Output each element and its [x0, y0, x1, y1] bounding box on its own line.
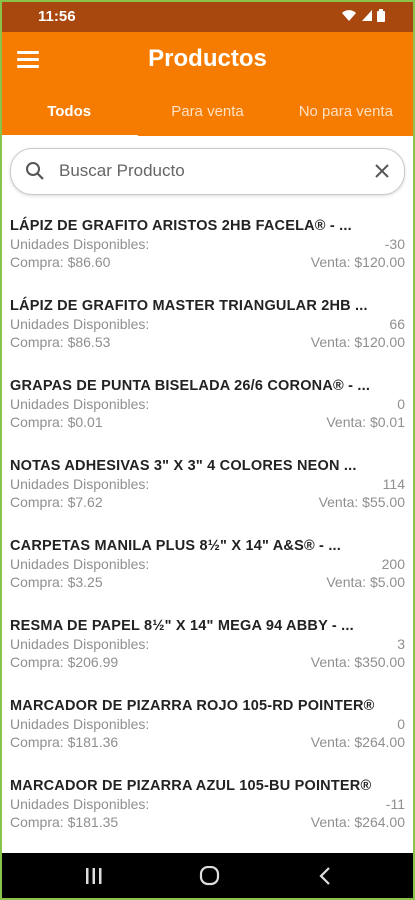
product-list: LÁPIZ DE GRAFITO ARISTOS 2HB FACELA® - .…: [0, 205, 415, 845]
product-name: RESMA DE PAPEL 8½" X 14" MEGA 94 ABBY - …: [10, 618, 354, 634]
buy-price: Compra: $206.99: [10, 654, 119, 670]
units-value: 0: [397, 716, 405, 732]
page-title: Productos: [148, 45, 267, 72]
signal-icon: [361, 9, 373, 22]
app-bar: Productos: [0, 32, 415, 90]
units-label: Unidades Disponibles:: [10, 796, 150, 812]
units-value: 66: [389, 316, 405, 332]
list-item[interactable]: NOTAS ADHESIVAS 3" X 3" 4 COLORES NEON .…: [0, 445, 415, 525]
product-name: NOTAS ADHESIVAS 3" X 3" 4 COLORES NEON .…: [10, 458, 357, 474]
sell-price: Venta: $5.00: [326, 574, 405, 590]
wifi-icon: [341, 9, 357, 22]
product-name: LÁPIZ DE GRAFITO MASTER TRIANGULAR 2HB .…: [10, 298, 368, 314]
back-icon[interactable]: [318, 866, 332, 891]
sell-price: Venta: $55.00: [318, 494, 405, 510]
buy-price: Compra: $181.36: [10, 734, 119, 750]
units-value: 114: [382, 476, 405, 492]
sell-price: Venta: $120.00: [310, 334, 405, 350]
list-item[interactable]: RESMA DE PAPEL 8½" X 14" MEGA 94 ABBY - …: [0, 605, 415, 685]
units-value: 3: [397, 636, 405, 652]
units-label: Unidades Disponibles:: [10, 476, 150, 492]
units-label: Unidades Disponibles:: [10, 316, 150, 332]
buy-price: Compra: $86.60: [10, 254, 111, 270]
units-label: Unidades Disponibles:: [10, 636, 150, 652]
list-item[interactable]: MARCADOR DE PIZARRA AZUL 105-BU POINTER®…: [0, 765, 415, 845]
tab-bar: Todos Para venta No para venta: [0, 90, 415, 138]
list-item[interactable]: GRAPAS DE PUNTA BISELADA 26/6 CORONA® - …: [0, 365, 415, 445]
product-name: CARPETAS MANILA PLUS 8½" X 14" A&S® - ..…: [10, 538, 342, 554]
list-item[interactable]: CARPETAS MANILA PLUS 8½" X 14" A&S® - ..…: [0, 525, 415, 605]
product-name: MARCADOR DE PIZARRA ROJO 105-RD POINTER®: [10, 698, 375, 714]
units-value: 0: [397, 396, 405, 412]
app-screen: 11:56 Productos Todos Para venta No para…: [0, 0, 415, 900]
buy-price: Compra: $3.25: [10, 574, 103, 590]
units-label: Unidades Disponibles:: [10, 556, 150, 572]
tab-para-venta[interactable]: Para venta: [138, 90, 276, 136]
buy-price: Compra: $86.53: [10, 334, 111, 350]
sell-price: Venta: $264.00: [310, 734, 405, 750]
product-name: LÁPIZ DE GRAFITO ARISTOS 2HB FACELA® - .…: [10, 218, 352, 234]
search-input[interactable]: Buscar Producto: [10, 148, 405, 195]
sell-price: Venta: $264.00: [310, 814, 405, 830]
product-name: GRAPAS DE PUNTA BISELADA 26/6 CORONA® - …: [10, 378, 371, 394]
sell-price: Venta: $120.00: [310, 254, 405, 270]
tab-no-para-venta[interactable]: No para venta: [277, 90, 415, 136]
buy-price: Compra: $181.35: [10, 814, 119, 830]
list-item[interactable]: LÁPIZ DE GRAFITO ARISTOS 2HB FACELA® - .…: [0, 205, 415, 285]
units-value: 200: [381, 556, 405, 572]
search-icon: [25, 161, 45, 186]
units-label: Unidades Disponibles:: [10, 236, 150, 252]
status-icons: [341, 9, 385, 22]
buy-price: Compra: $7.62: [10, 494, 103, 510]
sell-price: Venta: $350.00: [310, 654, 405, 670]
recents-icon[interactable]: [85, 866, 103, 891]
list-item[interactable]: LÁPIZ DE GRAFITO MASTER TRIANGULAR 2HB .…: [0, 285, 415, 365]
units-label: Unidades Disponibles:: [10, 716, 150, 732]
sell-price: Venta: $0.01: [326, 414, 405, 430]
close-icon[interactable]: [372, 161, 392, 186]
home-icon[interactable]: [199, 865, 221, 891]
status-time: 11:56: [38, 8, 76, 25]
tab-todos[interactable]: Todos: [0, 90, 139, 138]
units-value: -30: [384, 236, 405, 252]
units-value: -11: [385, 796, 405, 812]
battery-icon: [377, 9, 385, 22]
buy-price: Compra: $0.01: [10, 414, 103, 430]
units-label: Unidades Disponibles:: [10, 396, 150, 412]
system-nav-bar: [0, 853, 415, 900]
product-name: MARCADOR DE PIZARRA AZUL 105-BU POINTER®: [10, 778, 372, 794]
status-bar: 11:56: [0, 0, 415, 32]
search-placeholder: Buscar Producto: [59, 161, 185, 180]
list-item[interactable]: MARCADOR DE PIZARRA ROJO 105-RD POINTER®…: [0, 685, 415, 765]
